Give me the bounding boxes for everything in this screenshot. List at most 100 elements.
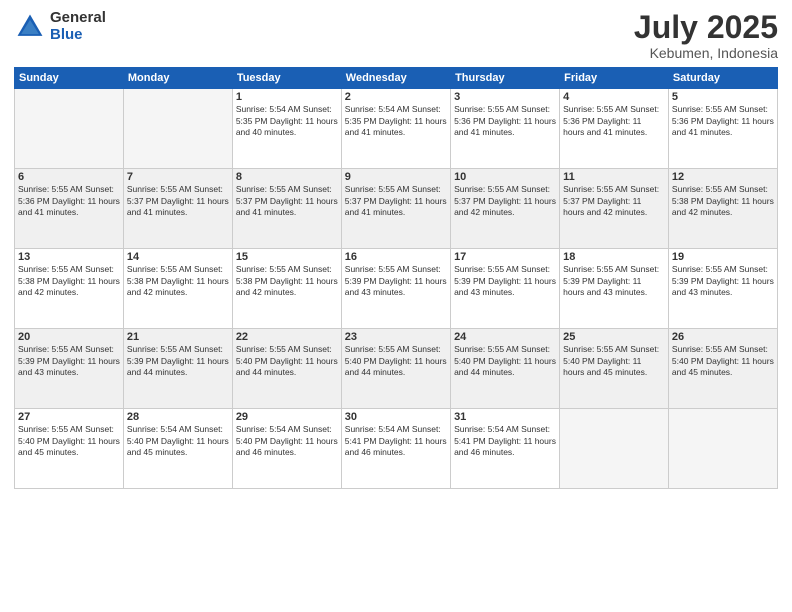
day-info: Sunrise: 5:55 AM Sunset: 5:39 PM Dayligh… [345,264,447,298]
day-number: 27 [18,411,120,423]
table-row: 22Sunrise: 5:55 AM Sunset: 5:40 PM Dayli… [232,329,341,409]
table-row: 31Sunrise: 5:54 AM Sunset: 5:41 PM Dayli… [451,409,560,489]
day-info: Sunrise: 5:55 AM Sunset: 5:36 PM Dayligh… [563,104,665,138]
table-row: 6Sunrise: 5:55 AM Sunset: 5:36 PM Daylig… [15,169,124,249]
table-row [668,409,777,489]
calendar-week-row: 20Sunrise: 5:55 AM Sunset: 5:39 PM Dayli… [15,329,778,409]
day-info: Sunrise: 5:55 AM Sunset: 5:40 PM Dayligh… [236,344,338,378]
table-row: 9Sunrise: 5:55 AM Sunset: 5:37 PM Daylig… [341,169,450,249]
table-row: 15Sunrise: 5:55 AM Sunset: 5:38 PM Dayli… [232,249,341,329]
day-number: 31 [454,411,556,423]
day-info: Sunrise: 5:55 AM Sunset: 5:37 PM Dayligh… [127,184,229,218]
col-thursday: Thursday [451,68,560,89]
table-row: 26Sunrise: 5:55 AM Sunset: 5:40 PM Dayli… [668,329,777,409]
col-wednesday: Wednesday [341,68,450,89]
table-row: 24Sunrise: 5:55 AM Sunset: 5:40 PM Dayli… [451,329,560,409]
day-number: 21 [127,331,229,343]
day-info: Sunrise: 5:54 AM Sunset: 5:40 PM Dayligh… [127,424,229,458]
day-info: Sunrise: 5:55 AM Sunset: 5:39 PM Dayligh… [454,264,556,298]
table-row: 13Sunrise: 5:55 AM Sunset: 5:38 PM Dayli… [15,249,124,329]
logo-icon [14,11,46,43]
table-row [560,409,669,489]
logo-general-text: General [50,10,106,27]
table-row: 20Sunrise: 5:55 AM Sunset: 5:39 PM Dayli… [15,329,124,409]
day-info: Sunrise: 5:55 AM Sunset: 5:40 PM Dayligh… [345,344,447,378]
day-info: Sunrise: 5:55 AM Sunset: 5:38 PM Dayligh… [127,264,229,298]
table-row [123,89,232,169]
table-row: 7Sunrise: 5:55 AM Sunset: 5:37 PM Daylig… [123,169,232,249]
location: Kebumen, Indonesia [634,45,778,61]
day-number: 29 [236,411,338,423]
day-info: Sunrise: 5:55 AM Sunset: 5:40 PM Dayligh… [563,344,665,378]
day-number: 1 [236,91,338,103]
day-info: Sunrise: 5:55 AM Sunset: 5:40 PM Dayligh… [672,344,774,378]
day-info: Sunrise: 5:55 AM Sunset: 5:37 PM Dayligh… [236,184,338,218]
calendar-header-row: Sunday Monday Tuesday Wednesday Thursday… [15,68,778,89]
table-row: 18Sunrise: 5:55 AM Sunset: 5:39 PM Dayli… [560,249,669,329]
table-row: 16Sunrise: 5:55 AM Sunset: 5:39 PM Dayli… [341,249,450,329]
day-info: Sunrise: 5:55 AM Sunset: 5:36 PM Dayligh… [18,184,120,218]
table-row: 5Sunrise: 5:55 AM Sunset: 5:36 PM Daylig… [668,89,777,169]
table-row: 29Sunrise: 5:54 AM Sunset: 5:40 PM Dayli… [232,409,341,489]
day-number: 24 [454,331,556,343]
table-row: 28Sunrise: 5:54 AM Sunset: 5:40 PM Dayli… [123,409,232,489]
table-row: 19Sunrise: 5:55 AM Sunset: 5:39 PM Dayli… [668,249,777,329]
table-row: 4Sunrise: 5:55 AM Sunset: 5:36 PM Daylig… [560,89,669,169]
day-number: 8 [236,171,338,183]
day-info: Sunrise: 5:55 AM Sunset: 5:37 PM Dayligh… [563,184,665,218]
day-number: 9 [345,171,447,183]
day-number: 23 [345,331,447,343]
calendar-table: Sunday Monday Tuesday Wednesday Thursday… [14,67,778,489]
table-row: 12Sunrise: 5:55 AM Sunset: 5:38 PM Dayli… [668,169,777,249]
logo: General Blue [14,10,106,43]
calendar-week-row: 13Sunrise: 5:55 AM Sunset: 5:38 PM Dayli… [15,249,778,329]
day-info: Sunrise: 5:55 AM Sunset: 5:39 PM Dayligh… [563,264,665,298]
table-row: 8Sunrise: 5:55 AM Sunset: 5:37 PM Daylig… [232,169,341,249]
day-info: Sunrise: 5:55 AM Sunset: 5:39 PM Dayligh… [672,264,774,298]
table-row: 23Sunrise: 5:55 AM Sunset: 5:40 PM Dayli… [341,329,450,409]
month-title: July 2025 [634,10,778,45]
day-number: 28 [127,411,229,423]
table-row: 14Sunrise: 5:55 AM Sunset: 5:38 PM Dayli… [123,249,232,329]
table-row: 11Sunrise: 5:55 AM Sunset: 5:37 PM Dayli… [560,169,669,249]
day-number: 15 [236,251,338,263]
day-number: 3 [454,91,556,103]
table-row: 21Sunrise: 5:55 AM Sunset: 5:39 PM Dayli… [123,329,232,409]
day-number: 26 [672,331,774,343]
table-row: 1Sunrise: 5:54 AM Sunset: 5:35 PM Daylig… [232,89,341,169]
header: General Blue July 2025 Kebumen, Indonesi… [14,10,778,61]
day-info: Sunrise: 5:55 AM Sunset: 5:39 PM Dayligh… [18,344,120,378]
col-saturday: Saturday [668,68,777,89]
day-info: Sunrise: 5:55 AM Sunset: 5:39 PM Dayligh… [127,344,229,378]
calendar-week-row: 6Sunrise: 5:55 AM Sunset: 5:36 PM Daylig… [15,169,778,249]
day-info: Sunrise: 5:54 AM Sunset: 5:35 PM Dayligh… [236,104,338,138]
table-row: 10Sunrise: 5:55 AM Sunset: 5:37 PM Dayli… [451,169,560,249]
day-info: Sunrise: 5:55 AM Sunset: 5:38 PM Dayligh… [672,184,774,218]
table-row: 17Sunrise: 5:55 AM Sunset: 5:39 PM Dayli… [451,249,560,329]
day-number: 14 [127,251,229,263]
day-number: 18 [563,251,665,263]
table-row: 2Sunrise: 5:54 AM Sunset: 5:35 PM Daylig… [341,89,450,169]
day-number: 2 [345,91,447,103]
day-number: 4 [563,91,665,103]
col-monday: Monday [123,68,232,89]
page: General Blue July 2025 Kebumen, Indonesi… [0,0,792,612]
day-info: Sunrise: 5:54 AM Sunset: 5:35 PM Dayligh… [345,104,447,138]
day-number: 16 [345,251,447,263]
day-number: 12 [672,171,774,183]
day-info: Sunrise: 5:54 AM Sunset: 5:40 PM Dayligh… [236,424,338,458]
col-sunday: Sunday [15,68,124,89]
calendar-week-row: 27Sunrise: 5:55 AM Sunset: 5:40 PM Dayli… [15,409,778,489]
day-info: Sunrise: 5:55 AM Sunset: 5:38 PM Dayligh… [18,264,120,298]
day-number: 11 [563,171,665,183]
table-row [15,89,124,169]
day-info: Sunrise: 5:55 AM Sunset: 5:36 PM Dayligh… [672,104,774,138]
logo-text: General Blue [50,10,106,43]
table-row: 27Sunrise: 5:55 AM Sunset: 5:40 PM Dayli… [15,409,124,489]
day-info: Sunrise: 5:55 AM Sunset: 5:40 PM Dayligh… [454,344,556,378]
day-info: Sunrise: 5:55 AM Sunset: 5:37 PM Dayligh… [345,184,447,218]
day-number: 10 [454,171,556,183]
col-friday: Friday [560,68,669,89]
title-block: July 2025 Kebumen, Indonesia [634,10,778,61]
day-info: Sunrise: 5:55 AM Sunset: 5:36 PM Dayligh… [454,104,556,138]
